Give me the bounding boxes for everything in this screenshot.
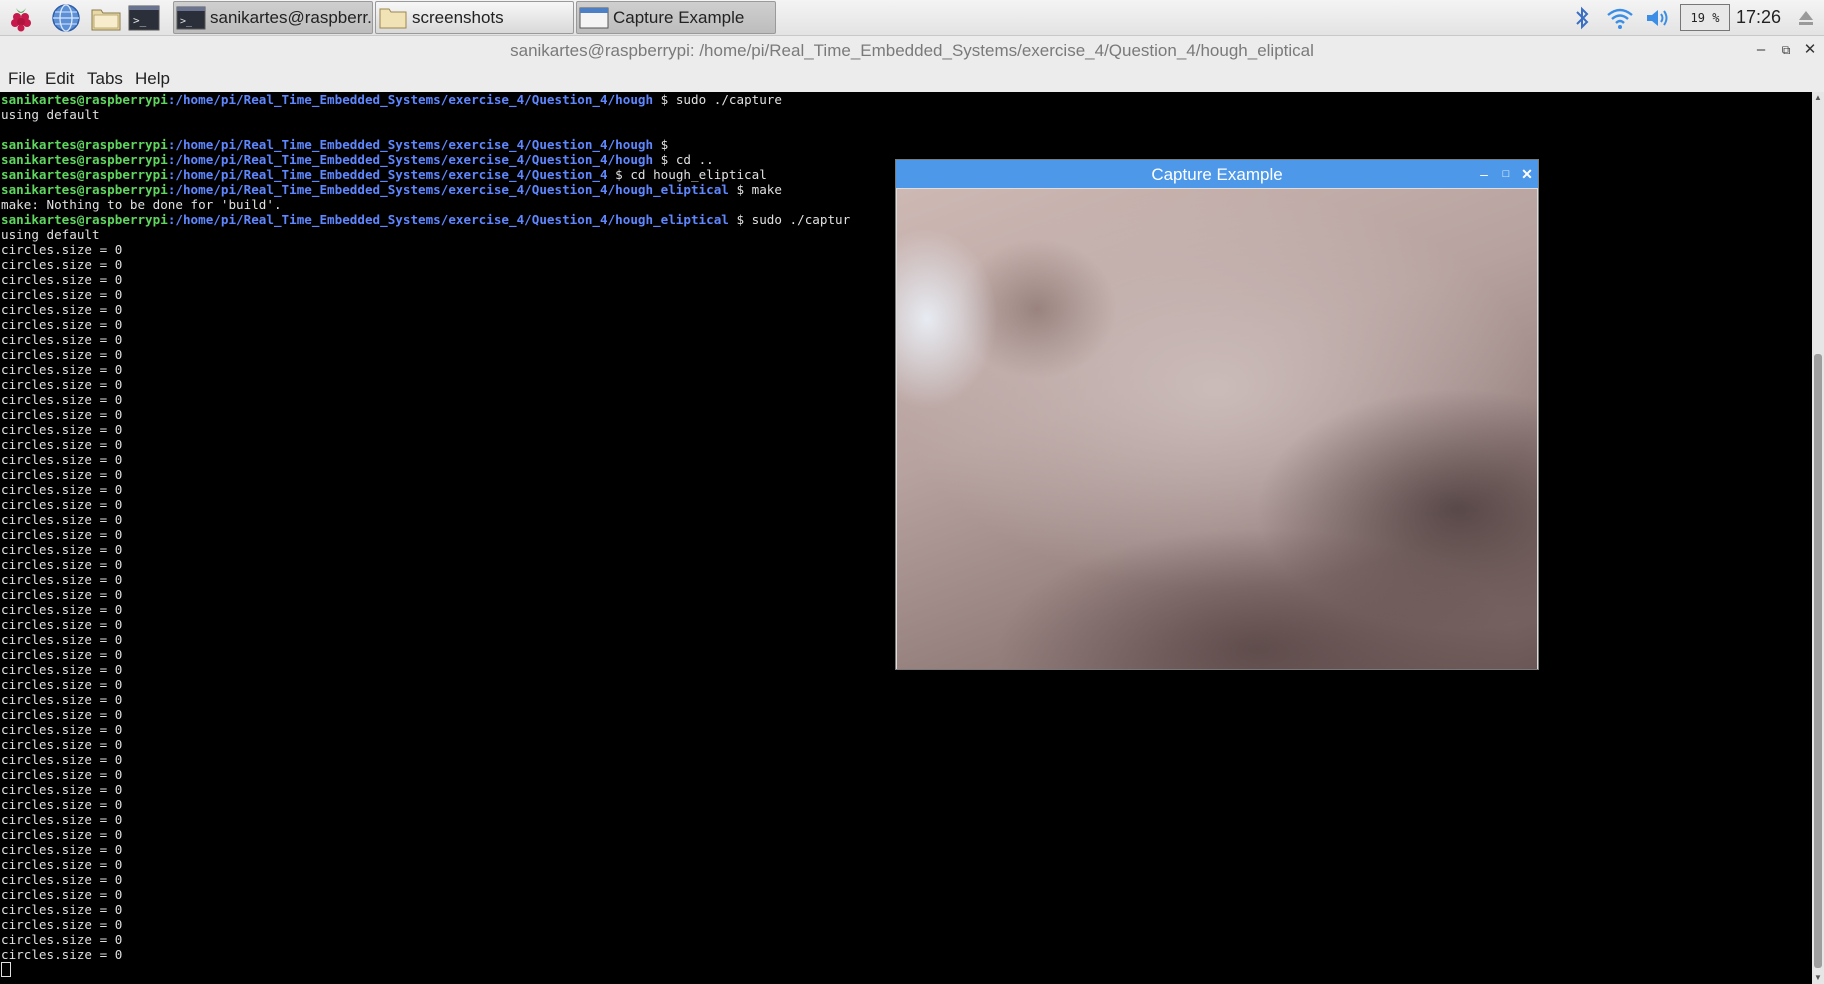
taskbar-task-terminal[interactable]: >_ sanikartes@raspberr... [173,1,373,34]
menu-file[interactable]: File [8,69,35,89]
terminal-line: circles.size = 0 [1,767,123,782]
command-text: $ make [728,182,782,197]
minimize-button[interactable]: – [1751,40,1771,60]
terminal-icon: >_ [176,5,206,31]
terminal-line: circles.size = 0 [1,812,123,827]
terminal-line: circles.size = 0 [1,872,123,887]
terminal-line: circles.size = 0 [1,677,123,692]
clock[interactable]: 17:26 [1736,7,1781,28]
maximize-button[interactable]: ⧉ [1776,40,1796,60]
terminal-line: circles.size = 0 [1,902,123,917]
prompt-path: :/home/pi/Real_Time_Embedded_Systems/exe… [167,182,729,197]
terminal-scrollbar[interactable]: ▲ ▼ [1812,92,1824,984]
capture-example-window[interactable]: Capture Example – □ ✕ [895,159,1539,670]
bluetooth-icon[interactable] [1572,0,1592,36]
command-text: $ sudo ./capture [653,92,782,107]
close-button[interactable]: ✕ [1800,40,1820,60]
terminal-line: circles.size = 0 [1,842,123,857]
menu-tabs[interactable]: Tabs [87,69,123,89]
command-text: $ cd hough_eliptical [607,167,767,182]
prompt-user: sanikartes@raspberrypi [1,137,168,152]
scrollbar-thumb[interactable] [1814,354,1822,968]
terminal-line: circles.size = 0 [1,782,123,797]
capture-minimize-button[interactable]: – [1474,164,1494,184]
scroll-down-icon[interactable]: ▼ [1812,972,1824,984]
command-text: $ cd .. [653,152,714,167]
window-icon [579,5,609,31]
folder-icon [378,5,408,31]
raspberry-menu-icon[interactable] [4,2,38,34]
terminal-line: circles.size = 0 [1,707,123,722]
prompt-path: :/home/pi/Real_Time_Embedded_Systems/exe… [167,212,729,227]
terminal-titlebar[interactable]: sanikartes@raspberrypi: /home/pi/Real_Ti… [0,36,1824,66]
camera-frame [897,189,1537,669]
terminal-line: circles.size = 0 [1,917,123,932]
terminal-line [0,962,1812,977]
prompt-path: :/home/pi/Real_Time_Embedded_Systems/exe… [167,137,654,152]
file-manager-icon[interactable] [89,2,123,34]
terminal-line: sanikartes@raspberrypi:/home/pi/Real_Tim… [0,92,1812,107]
prompt-user: sanikartes@raspberrypi [1,182,168,197]
menu-edit[interactable]: Edit [45,69,74,89]
svg-text:>_: >_ [133,14,147,27]
terminal-menubar: File Edit Tabs Help [0,66,1824,92]
command-text: $ sudo ./captur [728,212,851,227]
terminal-line: circles.size = 0 [1,722,123,737]
menu-help[interactable]: Help [135,69,170,89]
prompt-path: :/home/pi/Real_Time_Embedded_Systems/exe… [167,167,608,182]
terminal-launcher-icon[interactable]: >_ [127,2,161,34]
terminal-line: circles.size = 0 [1,827,123,842]
capture-close-button[interactable]: ✕ [1517,164,1537,184]
prompt-user: sanikartes@raspberrypi [1,92,168,107]
prompt-user: sanikartes@raspberrypi [1,212,168,227]
taskbar-task-capture-example[interactable]: Capture Example [576,1,776,34]
terminal-cursor [1,962,11,977]
volume-icon[interactable] [1642,0,1674,36]
scroll-up-icon[interactable]: ▲ [1812,92,1824,104]
prompt-path: :/home/pi/Real_Time_Embedded_Systems/exe… [167,152,654,167]
taskbar-task-label: Capture Example [613,7,745,27]
terminal-line: sanikartes@raspberrypi:/home/pi/Real_Tim… [0,137,1812,152]
terminal-title: sanikartes@raspberrypi: /home/pi/Real_Ti… [510,41,1314,60]
command-text: $ [653,137,669,152]
terminal-line: circles.size = 0 [1,932,123,947]
terminal-line: circles.size = 0 [1,797,123,812]
prompt-user: sanikartes@raspberrypi [1,167,168,182]
capture-maximize-button[interactable]: □ [1496,164,1516,184]
terminal-line: circles.size = 0 [1,752,123,767]
terminal-line: circles.size = 0 [1,947,123,962]
capture-titlebar[interactable]: Capture Example – □ ✕ [896,160,1538,188]
prompt-path: :/home/pi/Real_Time_Embedded_Systems/exe… [167,92,654,107]
wifi-icon[interactable] [1604,0,1636,36]
svg-text:>_: >_ [180,16,193,27]
terminal-line: circles.size = 0 [1,857,123,872]
terminal-line: circles.size = 0 [1,692,123,707]
cpu-usage-value: 19 % [1690,10,1720,25]
eject-icon[interactable] [1794,0,1818,36]
cpu-usage-monitor[interactable]: 19 % [1680,4,1730,31]
terminal-line: circles.size = 0 [1,887,123,902]
capture-title: Capture Example [1151,165,1283,184]
taskbar-task-label: screenshots [412,7,504,27]
terminal-line: using default [1,107,100,122]
web-browser-icon[interactable] [49,2,83,34]
terminal-line: circles.size = 0 [1,737,123,752]
taskbar-task-label: sanikartes@raspberr... [210,7,373,27]
prompt-user: sanikartes@raspberrypi [1,152,168,167]
taskbar-task-screenshots[interactable]: screenshots [375,1,574,34]
taskbar: >_ >_ sanikartes@raspberr... screenshots… [0,0,1824,36]
